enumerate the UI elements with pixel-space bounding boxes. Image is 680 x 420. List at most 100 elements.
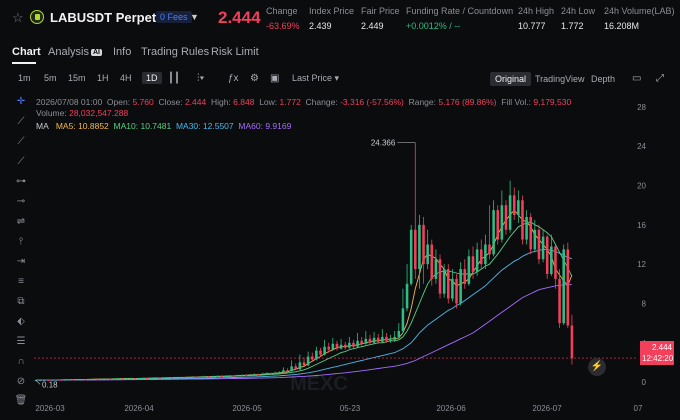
stat-24h-high: 24h High 10.777	[518, 6, 554, 31]
candle-down	[446, 269, 450, 299]
candle-up	[484, 244, 487, 265]
candle-down	[504, 205, 508, 230]
chart-type-icon[interactable]: ┃┃	[168, 73, 180, 84]
candle-up	[191, 376, 194, 378]
candle-up	[372, 337, 376, 343]
candle-up	[76, 379, 79, 381]
candle-up	[154, 377, 157, 379]
candle-up	[323, 346, 326, 355]
layout-icon[interactable]: ▭	[632, 73, 641, 84]
lab-token-logo	[30, 10, 44, 24]
price-chart[interactable]: 28242016128402026-032026-042026-0505-232…	[34, 92, 647, 420]
candle-down	[352, 342, 355, 347]
range-label: Range:	[408, 97, 437, 107]
candle-up	[381, 336, 384, 342]
trendline-icon[interactable]: ⟋	[12, 114, 30, 130]
countdown-value: 12:42:20	[642, 354, 674, 363]
timeframe-1d[interactable]: 1D	[142, 72, 162, 84]
timeframe-5m[interactable]: 5m	[44, 73, 57, 83]
timeframe-15m[interactable]: 15m	[68, 73, 86, 83]
fullscreen-icon[interactable]: ⤢	[656, 73, 664, 84]
ray-icon[interactable]: ⟋	[12, 134, 30, 150]
candle-up	[240, 375, 244, 377]
candle-down	[554, 246, 557, 279]
view-tradingview[interactable]: TradingView	[530, 72, 590, 86]
tab-risk-limit[interactable]: Risk Limit	[211, 46, 259, 58]
stat-value: 10.777	[518, 21, 546, 31]
fees-badge: 0 Fees	[156, 11, 192, 23]
text-tool-icon[interactable]: ☰	[12, 334, 30, 350]
symbol-dropdown-caret-icon[interactable]: ▼	[190, 12, 199, 22]
candle-up	[389, 339, 392, 341]
parallel-channel-icon[interactable]: ⇌	[12, 214, 30, 230]
magnet-icon[interactable]: ∩	[12, 354, 30, 370]
stat-funding-rate: Funding Rate / Countdown +0.0012% / --	[406, 6, 513, 31]
candle-up	[80, 379, 83, 381]
price-type-dropdown[interactable]: Last Price ▾	[292, 73, 339, 84]
candle-up	[298, 362, 302, 370]
timeframe-4h[interactable]: 4H	[120, 73, 132, 83]
stat-fair-price: Fair Price 2.449	[361, 6, 400, 31]
horizontal-line-icon[interactable]: ⊶	[12, 174, 30, 190]
candle-down	[545, 236, 549, 274]
candle-down	[438, 259, 442, 294]
candle-up	[541, 236, 545, 260]
candle-down	[71, 379, 75, 381]
y-tick-label: 20	[637, 182, 646, 191]
ai-badge: AI	[90, 49, 102, 56]
candle-up	[203, 376, 207, 378]
screenshot-camera-icon[interactable]: ▣	[270, 73, 279, 84]
stat-24h-low: 24h Low 1.772	[561, 6, 595, 31]
candle-up	[475, 249, 479, 273]
candle-down	[220, 375, 223, 377]
candle-up	[339, 344, 343, 349]
high-value: 6.848	[233, 97, 255, 107]
ma-label[interactable]: MA	[36, 121, 49, 131]
crosshair-icon[interactable]: ✛	[12, 94, 30, 110]
chart-style-dropdown-icon[interactable]: ⫶▾	[197, 73, 204, 84]
stat-value: 2.439	[309, 21, 332, 31]
candle-up	[125, 378, 129, 380]
tab-chart[interactable]: Chart	[12, 46, 41, 58]
candle-up	[525, 216, 528, 240]
favorite-star-icon[interactable]: ☆	[12, 10, 24, 26]
candle-down	[302, 362, 306, 366]
candle-up	[533, 229, 537, 250]
quick-trade-bolt-icon[interactable]: ⚡	[588, 358, 606, 376]
candle-up	[418, 224, 421, 270]
view-depth[interactable]: Depth	[586, 72, 620, 86]
candle-up	[67, 379, 71, 381]
candle-up	[199, 376, 203, 378]
horizontal-ray-icon[interactable]: ⊸	[12, 194, 30, 210]
price-line-icon[interactable]: ⇥	[12, 254, 30, 270]
candle-up	[442, 269, 446, 294]
candle-down	[471, 256, 475, 273]
candle-down	[558, 278, 561, 324]
settings-gear-icon[interactable]: ⚙	[250, 73, 259, 84]
indicators-icon[interactable]: ƒx	[228, 73, 239, 84]
timeframe-1h[interactable]: 1H	[97, 73, 109, 83]
tab-info[interactable]: Info	[113, 46, 131, 58]
rectangle-icon[interactable]: ⧉	[12, 294, 30, 310]
extended-line-icon[interactable]: ⟋	[12, 154, 30, 170]
view-original[interactable]: Original	[490, 72, 532, 86]
pattern-icon[interactable]: ⬖	[12, 314, 30, 330]
candle-up	[500, 205, 504, 240]
open-label: Open:	[106, 97, 131, 107]
fibonacci-icon[interactable]: ≡	[12, 274, 30, 290]
ticker-header: ☆ LABUSDT Perpetual 0 Fees ▼ 2.444 Chang…	[0, 0, 680, 38]
ma5-value: 10.8852	[78, 121, 109, 131]
vertical-line-icon[interactable]: ⫯	[12, 234, 30, 250]
candle-up	[162, 377, 166, 379]
timeframe-1m[interactable]: 1m	[18, 73, 31, 83]
change-label: Change:	[305, 97, 338, 107]
x-tick-label: 2026-06	[436, 404, 466, 413]
stat-24h-volume: 24h Volume(LAB) 16.208M	[604, 6, 675, 31]
tab-trading-rules[interactable]: Trading Rules	[141, 46, 209, 58]
ma60-label: MA60:	[238, 121, 263, 131]
tab-analysis[interactable]: Analysis AI	[48, 46, 102, 58]
candle-down	[512, 195, 516, 216]
stat-value: -63.69%	[266, 21, 300, 31]
hide-drawings-icon[interactable]: ⊘	[12, 374, 30, 390]
delete-drawings-icon[interactable]: 🗑	[12, 393, 30, 409]
